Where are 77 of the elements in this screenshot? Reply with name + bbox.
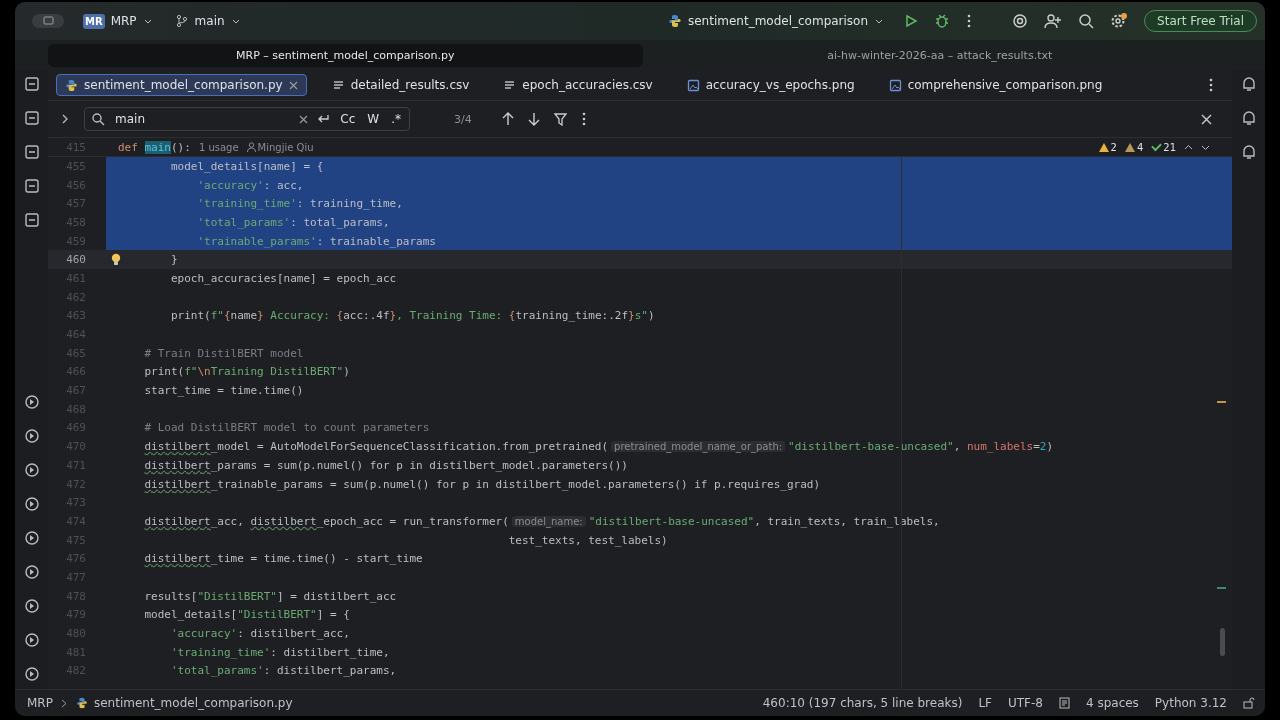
search-option-toggle[interactable]: Cc	[338, 112, 358, 126]
filter-icon[interactable]	[553, 112, 567, 126]
code-line: 'trainable_params': trainable_params	[197, 234, 436, 248]
close-icon[interactable]	[1201, 113, 1212, 125]
person-icon	[246, 142, 256, 152]
code-line: test_texts, test_labels)	[508, 533, 668, 547]
python-file-icon	[75, 697, 88, 709]
code-line: distilbert_time = time.time() - start_time	[144, 552, 423, 566]
text-file-icon	[503, 78, 517, 92]
lock-icon[interactable]	[1243, 697, 1255, 709]
file-encoding[interactable]: UTF-8	[1007, 696, 1043, 710]
text-file-icon	[331, 78, 345, 92]
author-hint[interactable]: Mingjie Qiu	[257, 141, 314, 153]
inspection-count[interactable]: 4	[1124, 141, 1144, 153]
indent-icon	[1058, 697, 1070, 709]
indent-setting[interactable]: 4 spaces	[1085, 696, 1139, 710]
code-line: results["DistilBERT"] = distilbert_acc	[144, 589, 397, 603]
lightbulb-icon[interactable]	[111, 253, 121, 267]
settings-icon[interactable]	[1110, 12, 1129, 30]
code-line: 'total_params': distilbert_params,	[171, 664, 397, 678]
editor-tab[interactable]: sentiment_model_comparison.py	[56, 74, 307, 96]
arrow-up-icon[interactable]	[501, 112, 514, 126]
branch-selector[interactable]: main	[170, 12, 245, 30]
chevron-right-icon	[60, 698, 68, 708]
run-config-selector[interactable]: sentiment_model_comparison	[663, 12, 889, 30]
editor-tab[interactable]: detailed_results.csv	[322, 74, 479, 96]
code-line: distilbert_model = AutoModelForSequenceClassification.from_pretrained( pretrained_model_name_or_path: "distilbert-base-uncased", num_labels=2)	[144, 440, 1054, 454]
image-file-icon	[888, 78, 902, 92]
editor-tab[interactable]: accuracy_vs_epochs.png	[677, 74, 864, 96]
search-option-toggle[interactable]: .*	[389, 112, 403, 126]
start-free-trial-button[interactable]: Start Free Trial	[1144, 10, 1257, 32]
inspection-count[interactable]: 2	[1098, 141, 1117, 153]
search-field[interactable]: main Cc W .*	[84, 107, 410, 131]
code-line: distilbert_trainable_params = sum(p.numel() for p in distilbert_model.parameters() if p.requires_grad)	[144, 477, 820, 491]
match-count: 3/4	[454, 112, 472, 126]
python-interpreter[interactable]: Python 3.12	[1154, 696, 1227, 710]
play-icon[interactable]	[22, 461, 41, 479]
code-line: print(f"{name} Accuracy: {acc:.4f}, Training Time: {training_time:.2f}s")	[171, 309, 655, 323]
editor-tab[interactable]: comprehensive_comparison.png	[879, 74, 1112, 96]
code-line: model_details[name] = {	[171, 159, 324, 173]
code-line: 'training_time': distilbert_time,	[171, 645, 390, 659]
image-file-icon	[686, 78, 700, 92]
code-line: }	[171, 253, 178, 267]
expand-icon[interactable]	[60, 114, 70, 124]
breadcrumb[interactable]: sentiment_model_comparison.py	[93, 696, 293, 710]
code-line: distilbert_acc, distilbert_epoch_acc = run_transformer( model_name: "distilbert-base-uncased", train_texts, train_labels,	[144, 514, 940, 528]
code-line: 'accuracy': acc,	[197, 178, 304, 192]
clear-icon[interactable]	[299, 114, 309, 124]
code-line: # Load DistilBERT model to count parameters	[144, 421, 430, 435]
line-separator[interactable]: LF	[978, 696, 992, 710]
code-line: # Train DistilBERT model	[144, 346, 304, 360]
add-user-icon[interactable]	[1044, 13, 1063, 29]
enter-icon[interactable]	[316, 113, 331, 125]
code-line: print(f"\nTraining DistilBERT")	[144, 365, 350, 379]
line-number: 460	[65, 253, 87, 267]
code-line: 'accuracy': distilbert_acc,	[171, 627, 350, 641]
usages-hint[interactable]: 1 usage	[198, 141, 239, 153]
chevron-up-icon[interactable]	[1184, 142, 1193, 152]
code-line: def main():	[117, 140, 191, 154]
search-option-toggle[interactable]: W	[365, 112, 382, 126]
sidebar-toggle-icon[interactable]	[31, 13, 65, 29]
project-selector[interactable]: MR MRP	[79, 11, 157, 31]
code-line: distilbert_params = sum(p.numel() for p in distilbert_model.parameters())	[144, 458, 628, 472]
code-line: 'training_time': training_time,	[197, 197, 403, 211]
code-line: model_details["DistilBERT"] = {	[144, 608, 350, 622]
window-tab[interactable]: ai-hw-winter-2026-aa – attack_results.txt	[642, 43, 1237, 67]
inspection-count[interactable]: 21	[1151, 141, 1176, 153]
editor-tab[interactable]: epoch_accuracies.csv	[494, 74, 662, 96]
caret-position[interactable]: 460:10 (197 chars, 5 line breaks)	[762, 696, 963, 710]
window-tab[interactable]: MRP – sentiment_model_comparison.py	[48, 43, 643, 67]
breadcrumb[interactable]: MRP	[27, 696, 53, 710]
run-icon[interactable]	[904, 14, 919, 28]
code-line: epoch_accuracies[name] = epoch_acc	[171, 271, 397, 285]
code-line: start_time = time.time()	[144, 384, 304, 398]
code-line: 'total_params': total_params,	[197, 215, 390, 229]
arrow-down-icon[interactable]	[527, 112, 540, 126]
scrollbar-thumb[interactable]	[1220, 628, 1225, 656]
